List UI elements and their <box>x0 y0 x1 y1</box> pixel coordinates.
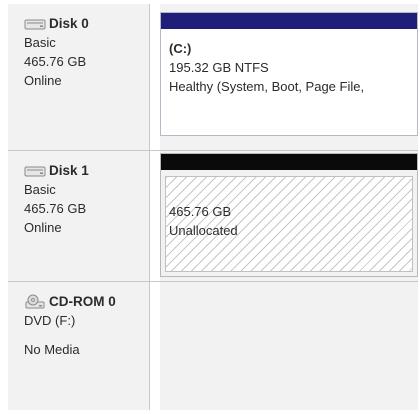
disk-title: Disk 1 <box>24 161 149 180</box>
disk-type: Basic <box>24 35 56 50</box>
disk-info-0[interactable]: Disk 0 Basic 465.76 GB Online <box>8 4 150 150</box>
disk-name: Disk 1 <box>49 163 89 178</box>
disk-type: Basic <box>24 182 56 197</box>
volume-label: (C:) <box>169 41 192 56</box>
disk-row-1[interactable]: Disk 1 Basic 465.76 GB Online 465.76 GB … <box>8 150 418 281</box>
disk-type: DVD (F:) <box>24 313 76 328</box>
cd-rom-icon <box>25 294 45 308</box>
disk-title: Disk 0 <box>24 14 149 33</box>
disk-size: 465.76 GB <box>24 54 87 69</box>
partition-bar <box>161 154 417 170</box>
partition-details: (C:) 195.32 GB NTFS Healthy (System, Boo… <box>169 39 364 96</box>
volume-size-fs: 195.32 GB NTFS <box>169 60 269 75</box>
partition-unallocated[interactable]: 465.76 GB Unallocated <box>160 153 418 277</box>
hard-disk-icon <box>24 166 46 176</box>
volume-status: Healthy (System, Boot, Page File, <box>169 79 365 94</box>
partition-c[interactable]: (C:) 195.32 GB NTFS Healthy (System, Boo… <box>160 12 418 136</box>
hard-disk-icon <box>24 19 46 29</box>
disk-name: CD-ROM 0 <box>49 294 116 309</box>
disk-row-0[interactable]: Disk 0 Basic 465.76 GB Online (C:) 195.3… <box>8 4 418 150</box>
volume-status: Unallocated <box>169 223 238 238</box>
volume-area-1: 465.76 GB Unallocated <box>160 151 418 281</box>
disk-size: 465.76 GB <box>24 201 87 216</box>
disk-title: CD-ROM 0 <box>24 292 149 311</box>
disk-row-cdrom[interactable]: CD-ROM 0 DVD (F:) No Media <box>8 281 418 410</box>
disk-status: No Media <box>24 342 80 357</box>
disk-status: Online <box>24 220 62 235</box>
disk-info-cdrom[interactable]: CD-ROM 0 DVD (F:) No Media <box>8 282 150 410</box>
partition-details: 465.76 GB Unallocated <box>169 202 238 240</box>
disk-name: Disk 0 <box>49 16 89 31</box>
volume-area-0: (C:) 195.32 GB NTFS Healthy (System, Boo… <box>160 4 418 150</box>
disk-info-1[interactable]: Disk 1 Basic 465.76 GB Online <box>8 151 150 281</box>
partition-bar <box>161 13 417 29</box>
disk-status: Online <box>24 73 62 88</box>
volume-size: 465.76 GB <box>169 204 232 219</box>
volume-area-cdrom <box>160 282 418 410</box>
